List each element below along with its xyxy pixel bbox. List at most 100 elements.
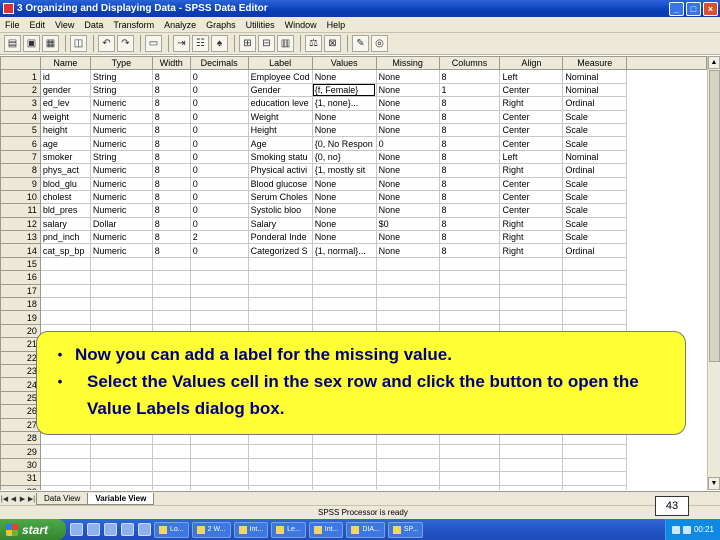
last-tab-icon[interactable]: ▶| xyxy=(27,495,36,503)
cell-width[interactable]: 8 xyxy=(151,163,191,178)
cell-width[interactable]: 8 xyxy=(151,176,191,191)
cell-decimals[interactable]: 0 xyxy=(189,243,249,258)
cell-type[interactable] xyxy=(89,471,153,486)
cell-measure[interactable] xyxy=(562,283,628,299)
scroll-thumb[interactable] xyxy=(709,70,720,362)
cell-label[interactable] xyxy=(247,256,313,272)
cell-width[interactable] xyxy=(151,457,191,473)
cell-type[interactable]: Numeric xyxy=(89,109,153,124)
row-number[interactable]: 1 xyxy=(0,69,41,84)
cell-values[interactable]: {f, Female} xyxy=(311,82,377,98)
cell-name[interactable]: phys_act xyxy=(39,163,91,178)
open-folder-icon[interactable]: ▤ xyxy=(4,35,21,52)
row-number[interactable]: 23 xyxy=(0,363,41,379)
cell-label[interactable]: education leve xyxy=(247,96,313,111)
cell-missing[interactable]: 0 xyxy=(375,136,440,151)
cell-columns[interactable] xyxy=(438,283,501,299)
use-sets-icon[interactable]: ◎ xyxy=(371,35,388,52)
row-number[interactable]: 9 xyxy=(0,176,41,191)
cell-values[interactable] xyxy=(311,270,377,285)
row-number[interactable]: 20 xyxy=(0,323,41,339)
cell-label[interactable]: Gender xyxy=(247,82,313,98)
cell-width[interactable]: 8 xyxy=(151,109,191,124)
cell-align[interactable] xyxy=(499,310,564,325)
start-button[interactable]: start xyxy=(0,519,66,540)
menu-file[interactable]: File xyxy=(0,20,25,30)
goto-chart-icon[interactable]: ▭ xyxy=(145,35,162,52)
cell-label[interactable]: Salary xyxy=(247,216,313,232)
column-header-missing[interactable]: Missing xyxy=(375,56,440,71)
cell-decimals[interactable]: 0 xyxy=(189,109,249,124)
taskbar-task[interactable]: Int... xyxy=(308,521,344,538)
cell-measure[interactable]: Scale xyxy=(562,189,628,205)
cell-align[interactable]: Center xyxy=(499,109,564,124)
cell-label[interactable]: Height xyxy=(247,122,313,138)
cell-align[interactable]: Center xyxy=(499,82,564,98)
cell-type[interactable]: Numeric xyxy=(89,136,153,151)
cell-measure[interactable] xyxy=(562,471,628,486)
menu-edit[interactable]: Edit xyxy=(25,20,51,30)
cell-values[interactable]: {1, none}... xyxy=(311,96,377,111)
network-icon[interactable] xyxy=(671,525,680,534)
cell-columns[interactable]: 8 xyxy=(438,216,501,232)
row-number[interactable]: 32 xyxy=(0,484,41,490)
row-number[interactable]: 18 xyxy=(0,297,41,312)
taskbar-task[interactable]: Lo... xyxy=(154,521,189,538)
cell-values[interactable] xyxy=(311,256,377,272)
cell-align[interactable] xyxy=(499,444,564,459)
cell-values[interactable]: {1, mostly sit xyxy=(311,163,377,178)
cell-values[interactable]: {1, normal}... xyxy=(311,243,377,258)
cell-columns[interactable]: 8 xyxy=(438,189,501,205)
cell-decimals[interactable]: 2 xyxy=(189,230,249,245)
cell-width[interactable] xyxy=(151,484,191,490)
row-number[interactable]: 2 xyxy=(0,82,41,98)
cell-measure[interactable]: Ordinal xyxy=(562,243,628,258)
row-number[interactable]: 22 xyxy=(0,350,41,365)
cell-missing[interactable]: None xyxy=(375,69,440,84)
cell-values[interactable]: None xyxy=(311,176,377,191)
cell-name[interactable] xyxy=(39,256,91,272)
cell-measure[interactable]: Ordinal xyxy=(562,163,628,178)
cell-decimals[interactable]: 0 xyxy=(189,203,249,218)
cell-decimals[interactable] xyxy=(189,283,249,299)
cell-measure[interactable]: Scale xyxy=(562,136,628,151)
cell-type[interactable]: Numeric xyxy=(89,176,153,191)
row-number[interactable]: 11 xyxy=(0,203,41,218)
save-icon[interactable]: ▣ xyxy=(23,35,40,52)
tab-variable-view[interactable]: Variable View xyxy=(87,492,155,505)
cell-align[interactable] xyxy=(499,297,564,312)
menu-transform[interactable]: Transform xyxy=(108,20,159,30)
cell-missing[interactable] xyxy=(375,310,440,325)
cell-columns[interactable]: 8 xyxy=(438,243,501,258)
value-labels-icon[interactable]: ✎ xyxy=(352,35,369,52)
cell-decimals[interactable]: 0 xyxy=(189,136,249,151)
cell-measure[interactable] xyxy=(562,484,628,490)
cell-columns[interactable]: 8 xyxy=(438,96,501,111)
row-number[interactable]: 3 xyxy=(0,96,41,111)
row-number[interactable]: 24 xyxy=(0,377,41,392)
vertical-scrollbar[interactable]: ▲ ▼ xyxy=(707,56,720,490)
cell-name[interactable]: cat_sp_bp xyxy=(39,243,91,258)
quicklaunch-media-icon[interactable] xyxy=(104,523,117,536)
taskbar-task[interactable]: SP... xyxy=(387,521,424,538)
row-number[interactable]: 17 xyxy=(0,283,41,299)
taskbar-task[interactable]: DIA... xyxy=(346,521,385,538)
cell-values[interactable]: None xyxy=(311,203,377,218)
cell-align[interactable]: Center xyxy=(499,176,564,191)
cell-columns[interactable] xyxy=(438,471,501,486)
cell-missing[interactable] xyxy=(375,297,440,312)
cell-label[interactable]: Ponderal Inde xyxy=(247,230,313,245)
cell-align[interactable]: Left xyxy=(499,149,564,165)
cell-values[interactable]: None xyxy=(311,69,377,84)
print-icon[interactable]: ▦ xyxy=(42,35,59,52)
cell-values[interactable] xyxy=(311,297,377,312)
cell-name[interactable] xyxy=(39,310,91,325)
cell-decimals[interactable]: 0 xyxy=(189,82,249,98)
cell-columns[interactable]: 1 xyxy=(438,82,501,98)
minimize-button[interactable]: _ xyxy=(669,1,684,16)
cell-align[interactable] xyxy=(499,484,564,490)
row-number[interactable]: 7 xyxy=(0,149,41,165)
cell-missing[interactable]: None xyxy=(375,203,440,218)
cell-width[interactable]: 8 xyxy=(151,149,191,165)
cell-width[interactable] xyxy=(151,256,191,272)
